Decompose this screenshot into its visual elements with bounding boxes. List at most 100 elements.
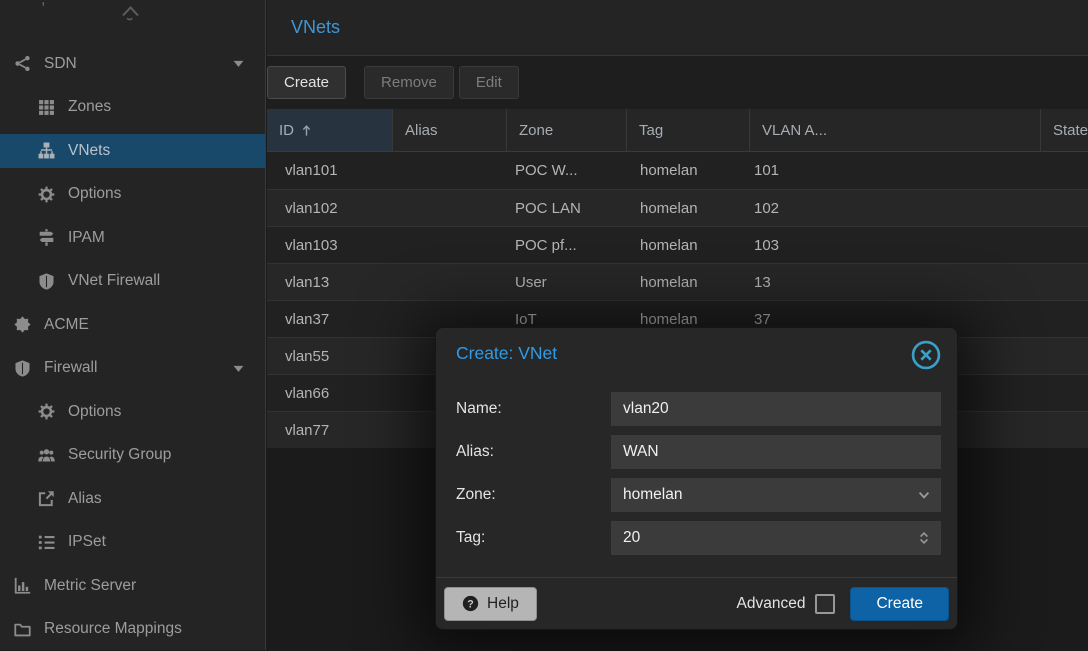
sidebar-item-sdn-options[interactable]: Options xyxy=(0,173,265,217)
cell-tag: 101 xyxy=(742,152,862,189)
cell-alias: User xyxy=(503,264,628,300)
column-header-alias[interactable]: Alias xyxy=(392,109,506,151)
advanced-checkbox[interactable] xyxy=(815,594,835,614)
sidebar-item-firewall-options[interactable]: Options xyxy=(0,390,265,434)
spinner-icon[interactable] xyxy=(907,521,941,555)
sidebar-item-label: Options xyxy=(68,403,121,421)
button-label: Remove xyxy=(381,74,437,91)
table-header: ID Alias Zone Tag VLAN A... xyxy=(267,109,1088,152)
caret-down-icon[interactable] xyxy=(231,56,246,71)
sidebar-item-label: Firewall xyxy=(44,359,97,377)
column-header-label: Zone xyxy=(519,122,553,139)
sidebar-item-icon xyxy=(37,99,55,116)
form-row: Tag: xyxy=(456,521,941,555)
clipped-text-fragment: , xyxy=(41,0,45,9)
button-label: Edit xyxy=(476,74,502,91)
cell-alias: POC LAN xyxy=(503,190,628,226)
sidebar-item-acme[interactable]: ACME xyxy=(0,303,265,347)
help-button[interactable]: Help xyxy=(444,587,537,621)
name-input[interactable] xyxy=(611,392,941,426)
table-row[interactable]: vlan13 User homelan 13 xyxy=(267,263,1088,300)
cell-state xyxy=(985,412,1088,448)
sidebar-item-icon xyxy=(37,447,55,464)
panel-titlebar: VNets xyxy=(267,0,1088,56)
table-row[interactable]: vlan101 POC W... homelan 101 xyxy=(267,152,1088,189)
form-row: Name: xyxy=(456,392,941,426)
sidebar-item-vnet-firewall[interactable]: VNet Firewall xyxy=(0,260,265,304)
clipped-item-fragment: , xyxy=(0,0,266,26)
sidebar-item-label: VNets xyxy=(68,142,110,160)
create-vnet-dialog: Create: VNet Name: Alias: xyxy=(435,327,958,630)
column-header-state[interactable]: State xyxy=(1040,109,1088,151)
field-label: Alias: xyxy=(456,443,611,461)
sidebar-item-vnets[interactable]: VNets xyxy=(0,129,265,173)
zone-combobox[interactable] xyxy=(611,478,941,512)
sidebar-item-icon xyxy=(37,403,55,420)
cell-tag: 102 xyxy=(742,190,862,226)
sidebar-item-ipam[interactable]: IPAM xyxy=(0,216,265,260)
cell-alias: POC W... xyxy=(503,152,628,189)
column-header-tag[interactable]: Tag xyxy=(626,109,749,151)
chevron-down-icon[interactable] xyxy=(907,478,941,512)
field-input[interactable] xyxy=(611,521,907,555)
sidebar-item-ipset[interactable]: IPSet xyxy=(0,521,265,565)
table-row[interactable]: vlan102 POC LAN homelan 102 xyxy=(267,189,1088,226)
column-header-id[interactable]: ID xyxy=(267,109,392,151)
sidebar-item-icon xyxy=(13,360,31,377)
sidebar-item-firewall[interactable]: Firewall xyxy=(0,347,265,391)
cell-state xyxy=(985,190,1088,226)
advanced-label: Advanced xyxy=(737,595,806,613)
column-header-zone[interactable]: Zone xyxy=(506,109,626,151)
cell-zone: homelan xyxy=(628,152,742,189)
cell-id: vlan102 xyxy=(267,190,503,226)
sidebar-item-icon xyxy=(37,273,55,290)
sidebar-item-label: Alias xyxy=(68,490,102,508)
form-row: Alias: xyxy=(456,435,941,469)
cell-id: vlan101 xyxy=(267,152,503,189)
sidebar-item-icon xyxy=(13,316,31,333)
sidebar-item-security-group[interactable]: Security Group xyxy=(0,434,265,478)
sidebar-item-label: Security Group xyxy=(68,446,171,464)
cell-state xyxy=(985,152,1088,189)
page-title: VNets xyxy=(291,17,340,38)
tag-spinner[interactable] xyxy=(611,521,941,555)
sidebar-item-metric-server[interactable]: Metric Server xyxy=(0,564,265,608)
caret-down-icon[interactable] xyxy=(231,361,246,376)
cell-zone: homelan xyxy=(628,227,742,263)
chevron-up-icon xyxy=(117,3,144,21)
sidebar-item-label: IPSet xyxy=(68,533,106,551)
sidebar-item-icon xyxy=(13,55,31,72)
close-button[interactable] xyxy=(911,339,943,371)
create-button[interactable]: Create xyxy=(267,66,346,99)
sidebar-item-sdn[interactable]: SDN xyxy=(0,42,265,86)
cell-vlan-aware xyxy=(862,264,985,300)
column-header-label: VLAN A... xyxy=(762,122,827,139)
field-input[interactable] xyxy=(611,478,907,512)
sidebar-item-label: Zones xyxy=(68,98,111,116)
sidebar-item-label: IPAM xyxy=(68,229,105,247)
sidebar-item-icon xyxy=(13,621,31,638)
dialog-create-button[interactable]: Create xyxy=(850,587,949,621)
close-icon xyxy=(911,340,941,370)
cell-alias: POC pf... xyxy=(503,227,628,263)
sidebar-item-label: Resource Mappings xyxy=(44,620,182,638)
sidebar-item-zones[interactable]: Zones xyxy=(0,86,265,130)
dialog-footer: Help Advanced Create xyxy=(436,577,957,629)
field-input[interactable] xyxy=(611,392,941,426)
sidebar-item-icon xyxy=(37,490,55,507)
sidebar-item-resource-mappings[interactable]: Resource Mappings xyxy=(0,608,265,651)
alias-input[interactable] xyxy=(611,435,941,469)
remove-button[interactable]: Remove xyxy=(364,66,454,99)
cell-id: vlan103 xyxy=(267,227,503,263)
field-input[interactable] xyxy=(611,435,941,469)
help-button-label: Help xyxy=(487,595,519,613)
sidebar-item-label: SDN xyxy=(44,55,77,73)
sidebar-item-alias[interactable]: Alias xyxy=(0,477,265,521)
table-row[interactable]: vlan103 POC pf... homelan 103 xyxy=(267,226,1088,263)
sort-ascending-icon xyxy=(299,123,314,138)
cell-state xyxy=(985,301,1088,337)
cell-state xyxy=(985,227,1088,263)
edit-button[interactable]: Edit xyxy=(459,66,519,99)
column-header-vlan-aware[interactable]: VLAN A... xyxy=(749,109,1040,151)
cell-state xyxy=(985,338,1088,374)
